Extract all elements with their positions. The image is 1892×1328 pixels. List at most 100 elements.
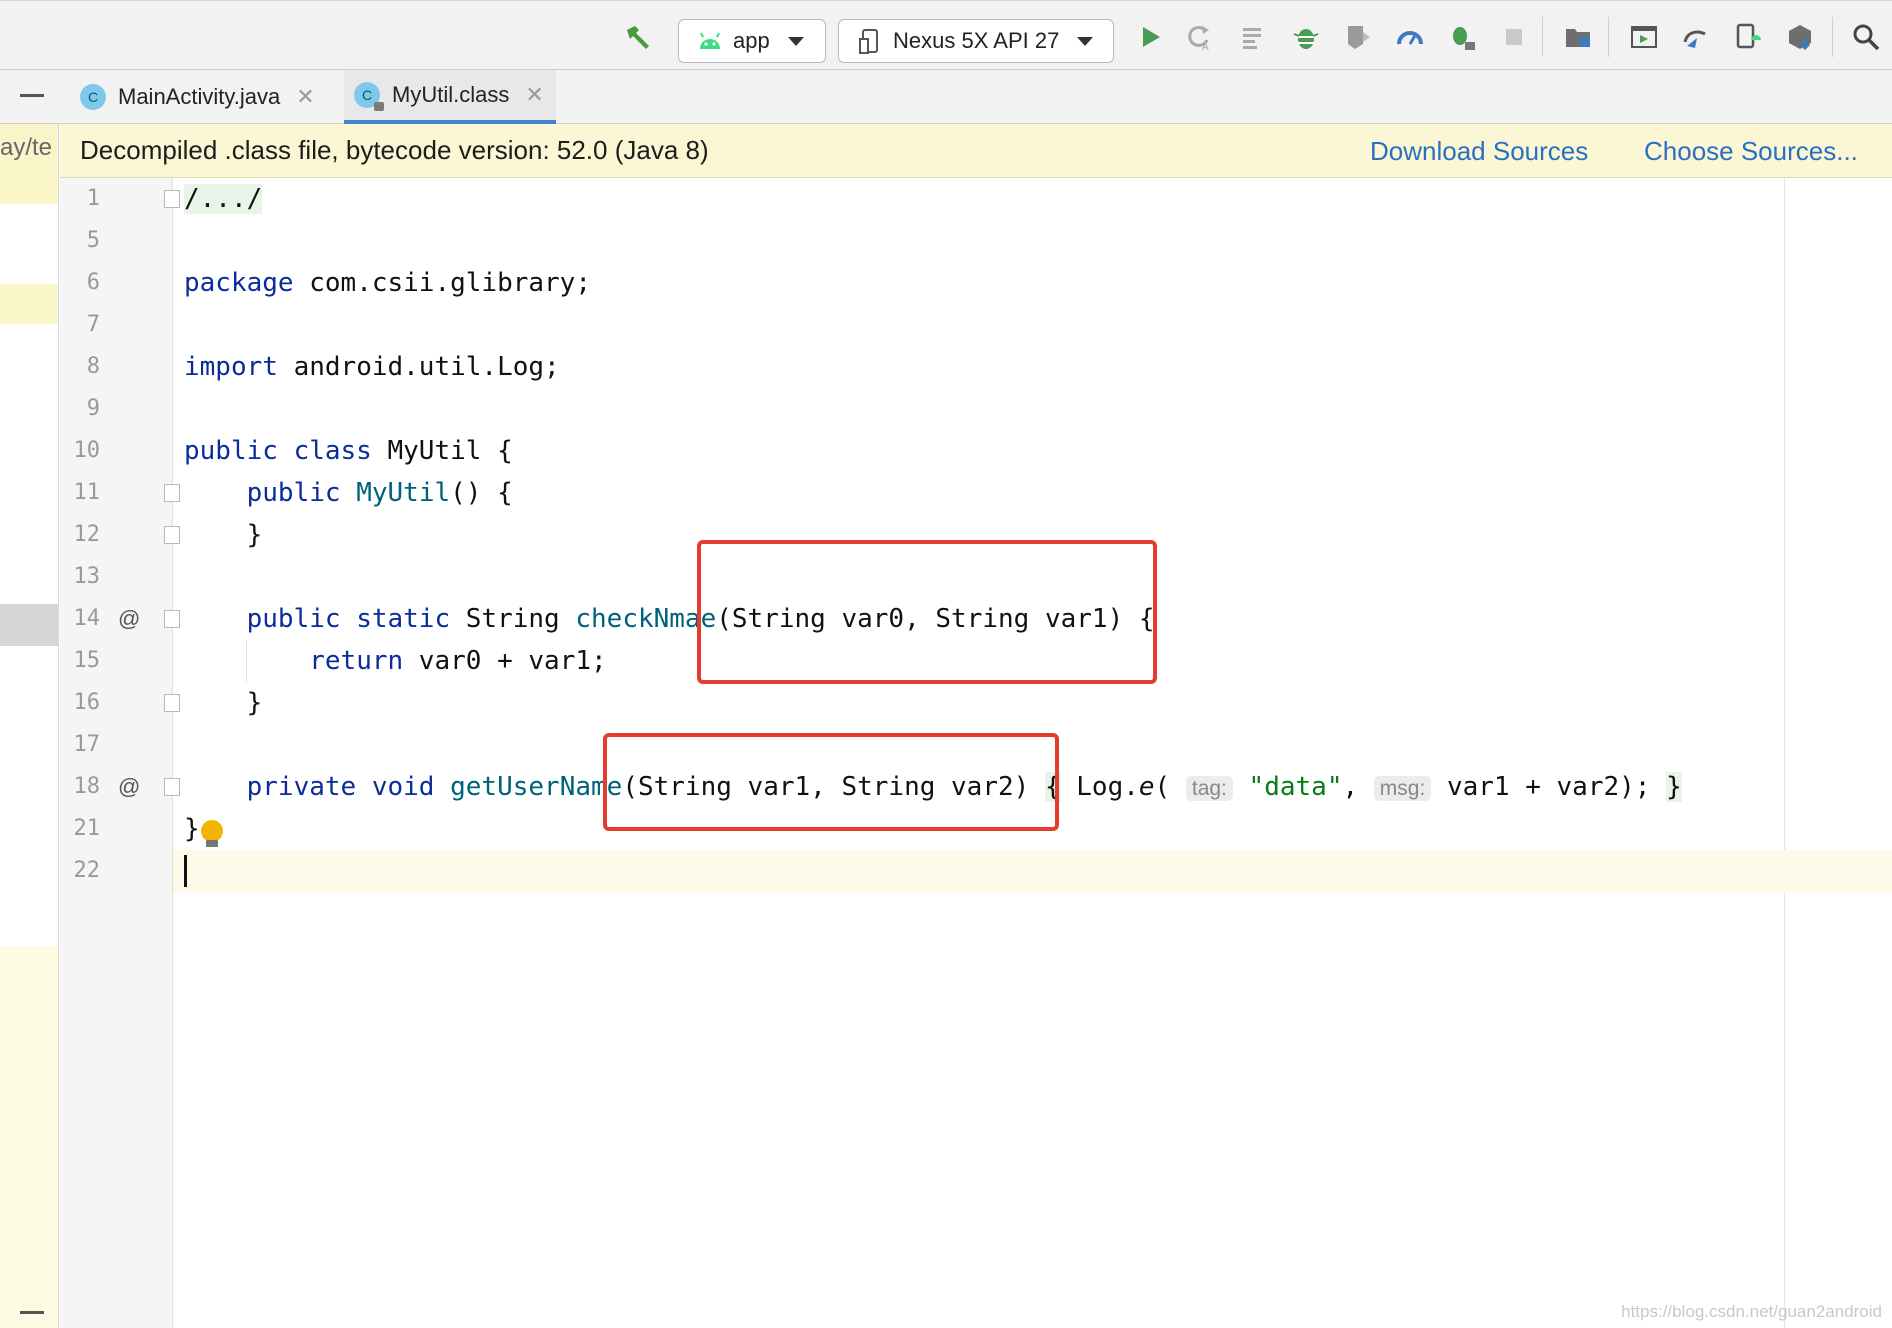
fold-expand-icon[interactable] [164, 778, 180, 796]
line-number: 14 [73, 606, 101, 631]
folded-comment[interactable]: /.../ [184, 184, 263, 214]
coverage-icon[interactable] [1342, 21, 1374, 53]
toolbar-separator [1832, 17, 1833, 57]
chevron-down-icon [1077, 36, 1094, 46]
apply-code-changes-icon[interactable] [1238, 21, 1270, 53]
run-config-selector[interactable]: app [678, 19, 826, 63]
method-name: e [1138, 772, 1155, 802]
code-text: Log. [1060, 772, 1139, 802]
layout-inspector-icon[interactable] [1628, 21, 1660, 53]
code-line: } [184, 808, 200, 850]
highlight-box-getusername [603, 733, 1059, 831]
folded-brace[interactable]: } [1666, 772, 1682, 802]
line-number: 8 [86, 354, 100, 379]
device-selector[interactable]: Nexus 5X API 27 [838, 19, 1114, 63]
avd-manager-icon[interactable] [1732, 21, 1764, 53]
right-margin-guide [1784, 178, 1785, 1328]
code-line: } [184, 514, 263, 556]
line-number: 6 [86, 270, 100, 295]
fold-collapse-icon[interactable] [164, 484, 180, 502]
project-path-fragment: ay/te [0, 134, 53, 161]
keyword: private void [246, 772, 435, 802]
code-text: var1 + var2); [1431, 772, 1667, 802]
line-number: 7 [86, 312, 100, 337]
function-name: getUserName [450, 772, 623, 802]
fold-end-icon[interactable] [164, 694, 180, 712]
class-icon: C [354, 82, 384, 111]
keyword: public [246, 478, 341, 508]
keyword: package [184, 268, 294, 298]
panel-row [0, 646, 58, 946]
fold-expand-icon[interactable] [164, 190, 180, 208]
keyword: import [184, 352, 278, 382]
sync-gradle-icon[interactable] [1680, 21, 1712, 53]
sdk-manager-icon[interactable] [1784, 21, 1816, 53]
attach-debugger-icon[interactable] [1446, 21, 1478, 53]
panel-highlight [0, 284, 58, 324]
code-text: } [246, 688, 263, 718]
code-line: package com.csii.glibrary; [184, 262, 591, 304]
lightbulb-icon[interactable] [201, 820, 223, 842]
class-icon: C [80, 84, 106, 110]
function-name: MyUtil [356, 478, 451, 508]
panel-selected-row[interactable] [0, 604, 58, 646]
keyword: public class [184, 436, 372, 466]
line-number: 21 [73, 816, 101, 841]
search-icon[interactable] [1850, 21, 1882, 53]
debug-bug-icon[interactable] [1290, 21, 1322, 53]
line-number: 12 [73, 522, 101, 547]
code-text: } [246, 520, 263, 550]
code-text: ( [1154, 772, 1186, 802]
close-icon[interactable]: ✕ [525, 82, 543, 108]
banner-message: Decompiled .class file, bytecode version… [80, 135, 709, 165]
current-line-highlight [173, 850, 1892, 892]
panel-row [0, 324, 58, 604]
code-text: () { [450, 478, 513, 508]
collapse-panel-icon[interactable] [20, 94, 44, 97]
code-line: import android.util.Log; [184, 346, 560, 388]
editor-tabs: C MainActivity.java ✕ C MyUtil.class ✕ [0, 70, 1892, 124]
toolbar-separator [1542, 17, 1543, 57]
tab-myutil[interactable]: C MyUtil.class ✕ [344, 70, 556, 124]
apply-changes-icon[interactable]: A [1184, 21, 1216, 53]
device-icon [857, 27, 883, 55]
project-panel-edge: ay/te [0, 124, 59, 1328]
code-text: com.csii.glibrary; [293, 268, 591, 298]
line-number: 11 [73, 480, 101, 505]
fold-collapse-icon[interactable] [164, 610, 180, 628]
override-marker-icon[interactable]: @ [118, 766, 140, 808]
choose-sources-link[interactable]: Choose Sources... [1644, 136, 1858, 167]
tab-label: MyUtil.class [392, 82, 510, 107]
android-icon [697, 31, 723, 51]
code-line: } [184, 682, 263, 724]
download-sources-link[interactable]: Download Sources [1370, 136, 1588, 167]
code-line: public MyUtil() { [184, 472, 513, 514]
decompiled-notice-banner: Decompiled .class file, bytecode version… [60, 124, 1892, 178]
stop-icon[interactable] [1498, 21, 1530, 53]
line-number: 9 [86, 396, 100, 421]
code-line: /.../ [184, 178, 263, 220]
code-text: , [1342, 772, 1374, 802]
code-text: String [450, 604, 576, 634]
collapse-panel-icon[interactable] [20, 1311, 44, 1314]
profiler-gauge-icon[interactable] [1394, 21, 1426, 53]
watermark: https://blog.csdn.net/guan2android [1621, 1302, 1882, 1321]
code-text: MyUtil { [371, 436, 513, 466]
text-cursor [184, 855, 187, 887]
code-line: public class MyUtil { [184, 430, 513, 472]
line-number: 18 [73, 774, 101, 799]
run-icon[interactable] [1134, 21, 1166, 53]
run-config-label: app [733, 28, 770, 53]
line-number: 10 [73, 438, 101, 463]
fold-end-icon[interactable] [164, 526, 180, 544]
code-text: android.util.Log; [277, 352, 560, 382]
main-toolbar: app Nexus 5X API 27 A [0, 0, 1892, 70]
build-hammer-icon[interactable] [622, 21, 654, 53]
param-hint: msg: [1373, 776, 1432, 801]
code-line: return var0 + var1; [184, 640, 606, 682]
tab-mainactivity[interactable]: C MainActivity.java ✕ [70, 70, 327, 124]
tab-label: MainActivity.java [118, 84, 281, 109]
close-icon[interactable]: ✕ [296, 84, 314, 110]
override-marker-icon[interactable]: @ [118, 598, 140, 640]
project-structure-icon[interactable] [1562, 21, 1594, 53]
